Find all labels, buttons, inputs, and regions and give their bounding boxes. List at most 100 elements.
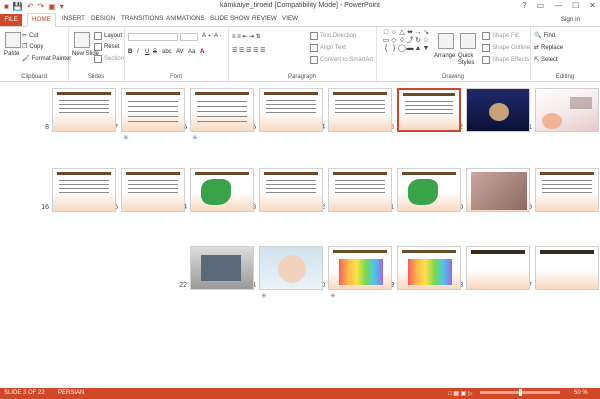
transition-star-icon[interactable]: ✳ bbox=[123, 134, 129, 142]
tab-transitions[interactable]: TRANSITIONS bbox=[121, 15, 163, 22]
close-icon[interactable]: ✕ bbox=[589, 1, 596, 10]
underline-button[interactable]: U bbox=[145, 49, 149, 55]
quick-styles-button[interactable]: Quick Styles bbox=[458, 53, 480, 67]
reset-icon bbox=[94, 43, 102, 51]
drawing-label: Drawing bbox=[441, 74, 464, 80]
slide-thumbnail[interactable] bbox=[121, 168, 185, 212]
shape-outline-button[interactable]: Shape Outline bbox=[482, 44, 530, 52]
reset-button[interactable]: Reset bbox=[94, 43, 120, 51]
slide-thumbnail[interactable] bbox=[466, 246, 530, 290]
find-button[interactable]: 🔍 Find bbox=[534, 32, 555, 40]
shape-effects-button[interactable]: Shape Effects bbox=[482, 56, 529, 64]
shape-effects-icon bbox=[482, 56, 490, 64]
slide-thumbnail[interactable] bbox=[328, 246, 392, 290]
bold-button[interactable]: B bbox=[128, 49, 132, 55]
sign-in-link[interactable]: Sign in bbox=[561, 16, 580, 23]
slides-group: New Slide Layout Reset Section Slides bbox=[68, 27, 125, 81]
maximize-icon[interactable]: ☐ bbox=[572, 1, 579, 10]
arrange-icon[interactable] bbox=[438, 33, 454, 49]
slide-thumbnail[interactable] bbox=[535, 168, 599, 212]
language-indicator[interactable]: PERSIAN bbox=[58, 390, 84, 396]
align-icons[interactable]: ☰ ☰ ☰ ☰ ☰ bbox=[232, 47, 266, 54]
section-button[interactable]: Section bbox=[94, 55, 124, 63]
convert-smartart-button[interactable]: Convert to SmartArt bbox=[310, 56, 373, 64]
transition-star-icon[interactable]: ✳ bbox=[330, 292, 336, 300]
ribbon-display-icon[interactable]: ▭ bbox=[537, 1, 545, 10]
font-group: A + A- B I U S abc AV Aa A Font bbox=[124, 27, 229, 81]
select-button[interactable]: ⇱ Select bbox=[534, 56, 558, 64]
slide-thumbnail[interactable] bbox=[397, 168, 461, 212]
status-bar: SLIDE 3 OF 22 PERSIAN □ ▦ ▣ ▷ 50 % bbox=[0, 388, 600, 399]
transition-star-icon[interactable]: ✳ bbox=[192, 134, 198, 142]
tab-design[interactable]: DESIGN bbox=[91, 15, 115, 22]
slide-thumbnail[interactable] bbox=[397, 246, 461, 290]
tab-insert[interactable]: INSERT bbox=[62, 15, 85, 22]
search-icon: 🔍 bbox=[534, 33, 542, 39]
paste-button[interactable]: Paste bbox=[4, 51, 19, 57]
ribbon-tabs: FILE HOME INSERT DESIGN TRANSITIONS ANIM… bbox=[0, 13, 600, 27]
slide-thumbnail[interactable] bbox=[328, 168, 392, 212]
change-case-button[interactable]: Aa bbox=[188, 49, 195, 55]
arrange-button[interactable]: Arrange bbox=[434, 53, 455, 59]
text-direction-icon bbox=[310, 32, 318, 40]
tab-file[interactable]: FILE bbox=[0, 14, 22, 26]
zoom-slider-thumb[interactable] bbox=[519, 389, 522, 396]
slide-thumbnail[interactable] bbox=[190, 88, 254, 132]
minimize-icon[interactable]: — bbox=[554, 1, 562, 10]
smartart-icon bbox=[310, 56, 318, 64]
slide-thumbnail[interactable] bbox=[328, 88, 392, 132]
slide-thumbnail[interactable] bbox=[466, 168, 530, 212]
slides-label: Slides bbox=[87, 74, 105, 80]
editing-group: 🔍 Find ⇄ Replace ⇱ Select Editing bbox=[530, 27, 600, 81]
format-painter-button[interactable]: 🖌 Format Painter bbox=[22, 55, 71, 63]
shapes-gallery[interactable]: □ ○ △ ⬌ → ↘ ▭ ◇ ◊ ⤴ ↻ ☆ {} ◯ ▬ ▲ ▼ bbox=[382, 29, 430, 63]
font-color-button[interactable]: A bbox=[200, 49, 204, 55]
slide-thumbnail[interactable] bbox=[52, 88, 116, 132]
quick-styles-icon[interactable] bbox=[460, 33, 476, 49]
cut-button[interactable]: ✂ Cut bbox=[22, 32, 38, 40]
slide-number: 16 bbox=[41, 204, 49, 211]
align-text-button[interactable]: Align Text bbox=[310, 44, 346, 52]
view-buttons[interactable]: □ ▦ ▣ ▷ bbox=[448, 390, 473, 397]
editing-label: Editing bbox=[555, 74, 575, 80]
slide-thumbnail[interactable] bbox=[259, 88, 323, 132]
tab-review[interactable]: REVIEW bbox=[252, 15, 277, 22]
slide-thumbnail[interactable] bbox=[466, 88, 530, 132]
tab-home[interactable]: HOME bbox=[27, 13, 56, 27]
transition-star-icon[interactable]: ✳ bbox=[261, 292, 267, 300]
font-name-select[interactable] bbox=[128, 33, 178, 41]
char-spacing-button[interactable]: AV bbox=[176, 49, 184, 55]
replace-button[interactable]: ⇄ Replace bbox=[534, 44, 563, 52]
shape-fill-button[interactable]: Shape Fill bbox=[482, 32, 519, 40]
tab-animations[interactable]: ANIMATIONS bbox=[166, 15, 205, 22]
italic-button[interactable]: I bbox=[137, 49, 139, 55]
slide-thumbnail[interactable] bbox=[52, 168, 116, 212]
decrease-font-icon[interactable]: A- bbox=[214, 33, 222, 39]
slide-thumbnail[interactable] bbox=[259, 246, 323, 290]
zoom-level[interactable]: 50 % bbox=[574, 390, 588, 396]
tab-view[interactable]: VIEW bbox=[282, 15, 298, 22]
shape-fill-icon bbox=[482, 32, 490, 40]
slide-thumbnail[interactable] bbox=[190, 246, 254, 290]
tab-slide-show[interactable]: SLIDE SHOW bbox=[210, 15, 250, 22]
slide-thumbnail[interactable] bbox=[259, 168, 323, 212]
shadow-button[interactable]: abc bbox=[162, 49, 172, 55]
title-bar: ■ 💾 ↶ ↷ ▣ ▾ kamkaiye_tiroeid [Compatibil… bbox=[0, 0, 600, 14]
strikethrough-button[interactable]: S bbox=[153, 49, 157, 55]
text-direction-button[interactable]: Text Direction bbox=[310, 32, 356, 40]
slide-thumbnail[interactable] bbox=[190, 168, 254, 212]
copy-button[interactable]: ❐ Copy bbox=[22, 43, 43, 51]
new-slide-icon[interactable] bbox=[74, 32, 90, 48]
cut-icon: ✂ bbox=[22, 33, 28, 39]
help-icon[interactable]: ? bbox=[522, 1, 526, 10]
layout-button[interactable]: Layout bbox=[94, 32, 122, 40]
slide-thumbnail[interactable] bbox=[535, 88, 599, 132]
paste-icon[interactable] bbox=[5, 32, 21, 48]
font-size-select[interactable] bbox=[180, 33, 198, 41]
bullets-icon[interactable]: ≡ ≡ ⇤ ⇥ ⇅ bbox=[232, 33, 261, 40]
slide-thumbnail[interactable] bbox=[121, 88, 185, 132]
slide-thumbnail[interactable] bbox=[397, 88, 461, 132]
slide-thumbnail[interactable] bbox=[535, 246, 599, 290]
increase-font-icon[interactable]: A + bbox=[202, 33, 211, 39]
select-icon: ⇱ bbox=[534, 57, 540, 63]
